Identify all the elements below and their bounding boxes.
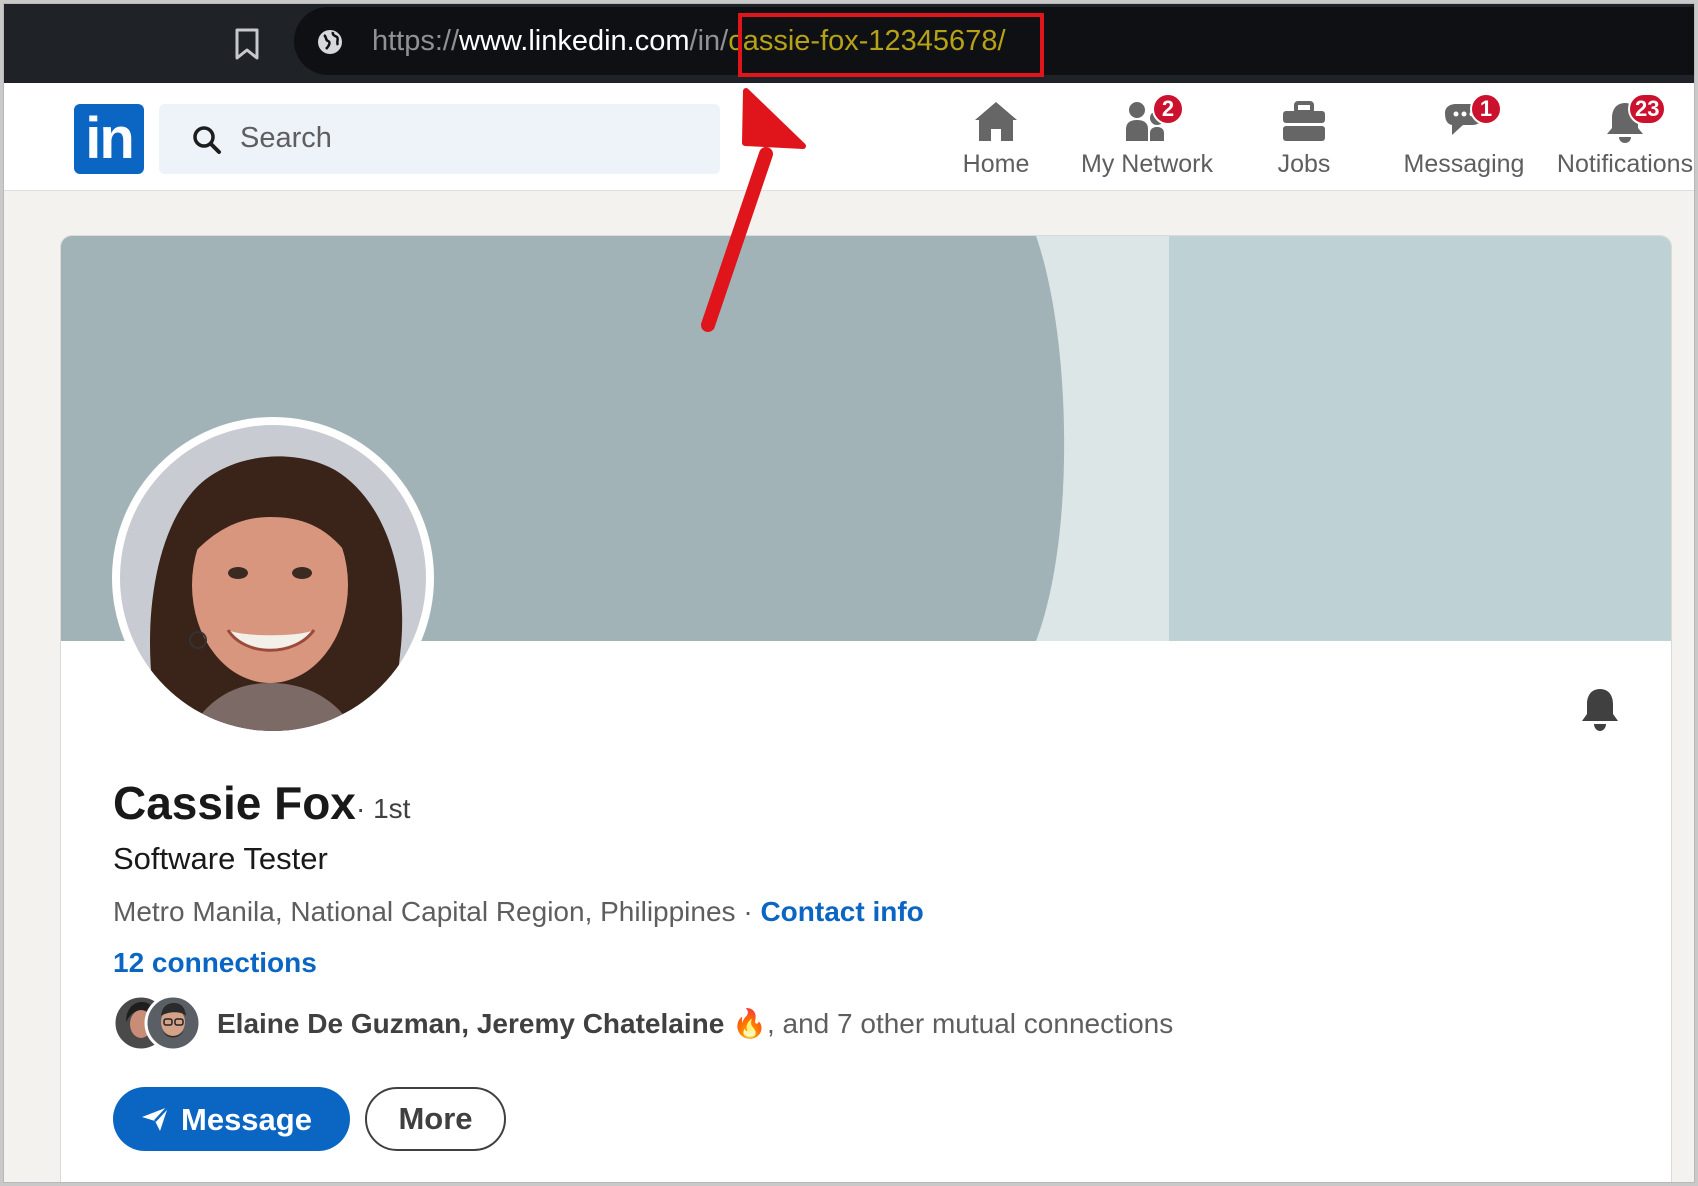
mutual-names: Elaine De Guzman, Jeremy Chatelaine xyxy=(217,1008,725,1039)
connections-link[interactable]: 12 connections xyxy=(113,947,317,979)
home-icon xyxy=(975,102,1017,141)
browser-toolbar: https://www.linkedin.com/in/cassie-fox-1… xyxy=(4,4,1694,83)
message-button[interactable]: Message xyxy=(113,1087,350,1151)
nav-label-my-network: My Network xyxy=(1081,150,1213,178)
annotation-highlight-box xyxy=(738,13,1044,77)
connection-degree: · 1st xyxy=(356,793,411,824)
bookmark-icon[interactable] xyxy=(234,28,260,60)
profile-location: Metro Manila, National Capital Region, P… xyxy=(113,896,924,928)
globe-icon xyxy=(318,30,342,54)
url-path: /in/ xyxy=(689,25,729,57)
url-host: www.linkedin.com xyxy=(459,25,690,57)
nav-my-network[interactable]: 2 My Network xyxy=(1072,93,1222,183)
send-icon xyxy=(142,1106,169,1131)
mutual-connections-text[interactable]: Elaine De Guzman, Jeremy Chatelaine 🔥, a… xyxy=(217,1007,1173,1040)
fire-emoji-icon: 🔥 xyxy=(732,1008,767,1039)
notifications-badge: 23 xyxy=(1628,93,1667,125)
location-separator: · xyxy=(735,896,761,927)
messaging-badge: 1 xyxy=(1470,93,1502,125)
location-text: Metro Manila, National Capital Region, P… xyxy=(113,896,736,927)
follow-bell-icon[interactable] xyxy=(1578,686,1622,732)
linkedin-header: in Search Home 2 My Network Jobs 1 Messa… xyxy=(4,83,1694,191)
message-button-label: Message xyxy=(181,1102,312,1137)
avatar xyxy=(120,425,426,731)
url-scheme: https:// xyxy=(372,25,460,57)
more-button[interactable]: More xyxy=(365,1087,506,1151)
screenshot-frame: https://www.linkedin.com/in/cassie-fox-1… xyxy=(3,3,1695,1183)
nav-label-messaging: Messaging xyxy=(1403,150,1525,178)
network-badge: 2 xyxy=(1152,93,1184,125)
nav-home[interactable]: Home xyxy=(936,93,1056,183)
nav-messaging[interactable]: 1 Messaging xyxy=(1402,93,1526,183)
mutual-connection-avatars[interactable] xyxy=(112,994,204,1052)
search-icon xyxy=(193,126,221,154)
nav-label-notifications: Notifications xyxy=(1556,150,1694,178)
profile-name: Cassie Fox xyxy=(113,777,356,829)
profile-photo[interactable] xyxy=(112,417,434,739)
profile-card: Cassie Fox · 1st Software Tester Metro M… xyxy=(60,235,1672,1182)
nav-label-home: Home xyxy=(962,150,1030,178)
nav-jobs[interactable]: Jobs xyxy=(1244,93,1364,183)
search-placeholder: Search xyxy=(240,122,332,154)
linkedin-logo[interactable]: in xyxy=(74,104,144,174)
contact-info-link[interactable]: Contact info xyxy=(760,896,923,927)
nav-notifications[interactable]: 23 Notifications xyxy=(1554,93,1694,183)
mutual-rest: , and 7 other mutual connections xyxy=(766,1008,1174,1039)
search-input[interactable]: Search xyxy=(159,104,720,174)
nav-label-jobs: Jobs xyxy=(1277,150,1331,178)
briefcase-icon xyxy=(1283,101,1325,141)
profile-headline: Software Tester xyxy=(113,841,328,876)
